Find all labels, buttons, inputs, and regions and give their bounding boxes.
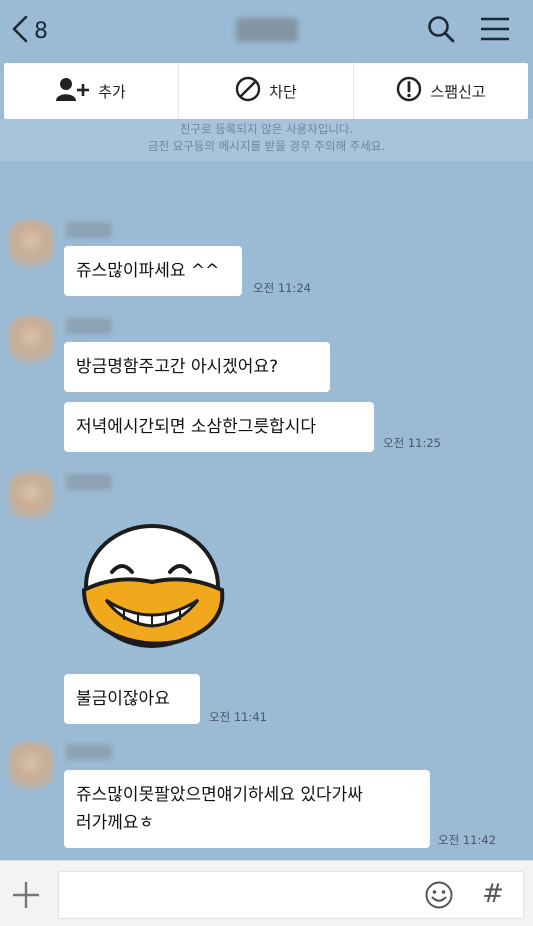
message-text-line-1: 쥬스많이못팔았으면얘기하세요 있다가싸	[76, 785, 363, 805]
notice-line-2: 금전 요구등의 메시지를 받을 경우 주의해 주세요.	[147, 139, 386, 153]
sender-name-blurred	[66, 744, 112, 760]
message-bubble[interactable]: 불금이잖아요	[64, 674, 200, 724]
message-bubble[interactable]: 방금명함주고간 아시겠어요?	[64, 342, 330, 392]
message-bubble[interactable]: 저녁에시간되면 소삼한그릇합시다	[64, 402, 374, 452]
chat-title-blurred	[236, 18, 298, 42]
unregistered-user-notice: 친구로 등록되지 않은 사용자입니다. 금전 요구등의 메시지를 받을 경우 주…	[0, 119, 533, 161]
back-chevron-icon	[10, 14, 30, 48]
avatar[interactable]	[8, 316, 54, 362]
message-bubble[interactable]: 쥬스많이못팔았으면얘기하세요 있다가싸 러가께요ㅎ	[64, 770, 430, 848]
message-text-line-2: 러가께요ㅎ	[76, 813, 155, 833]
sender-name-blurred	[66, 222, 112, 238]
duck-emoticon[interactable]	[76, 520, 228, 652]
plus-icon	[8, 882, 44, 917]
message-input[interactable]	[59, 872, 399, 918]
report-spam-button[interactable]: 스팸신고	[353, 63, 528, 119]
block-label: 차단	[269, 82, 297, 101]
sender-name-blurred	[66, 474, 112, 490]
attach-button[interactable]	[8, 877, 44, 913]
notice-line-1: 친구로 등록되지 않은 사용자입니다.	[179, 122, 354, 136]
avatar[interactable]	[8, 220, 54, 266]
avatar[interactable]	[8, 742, 54, 788]
report-icon	[396, 76, 422, 106]
block-icon	[235, 76, 261, 106]
message-bubble[interactable]: 쥬스많이파세요 ^^	[64, 246, 242, 296]
emoji-icon	[424, 881, 454, 914]
message-time: 오전 11:24	[253, 281, 311, 295]
message-text: 쥬스많이파세요 ^^	[76, 261, 220, 281]
message-text: 불금이잖아요	[76, 689, 170, 709]
hashtag-button[interactable]: #	[478, 875, 508, 913]
add-friend-label: 추가	[98, 82, 126, 101]
hashtag-icon: #	[482, 879, 504, 909]
message-input-container	[58, 871, 524, 919]
message-text: 방금명함주고간 아시겠어요?	[76, 357, 279, 377]
composer-bar: #	[0, 860, 533, 926]
emoji-button[interactable]	[424, 880, 454, 910]
duck-emoticon-icon	[81, 524, 225, 648]
message-time: 오전 11:41	[209, 710, 267, 724]
block-button[interactable]: 차단	[178, 63, 353, 119]
sender-name-blurred	[66, 318, 112, 334]
report-spam-label: 스팸신고	[430, 82, 486, 101]
chat-header: 8	[0, 0, 533, 62]
menu-icon	[479, 16, 511, 46]
add-friend-button[interactable]: 추가	[4, 63, 178, 119]
back-button[interactable]: 8	[10, 12, 48, 50]
search-icon	[426, 14, 456, 48]
message-time: 오전 11:42	[438, 833, 496, 847]
message-time: 오전 11:25	[383, 436, 441, 450]
message-text: 저녁에시간되면 소삼한그릇합시다	[76, 417, 317, 437]
unknown-user-action-bar: 추가 차단 스팸신고	[4, 63, 528, 119]
avatar[interactable]	[8, 472, 54, 518]
search-button[interactable]	[422, 12, 460, 50]
menu-button[interactable]	[476, 12, 514, 50]
add-friend-icon	[56, 77, 90, 105]
unread-count: 8	[34, 18, 48, 44]
